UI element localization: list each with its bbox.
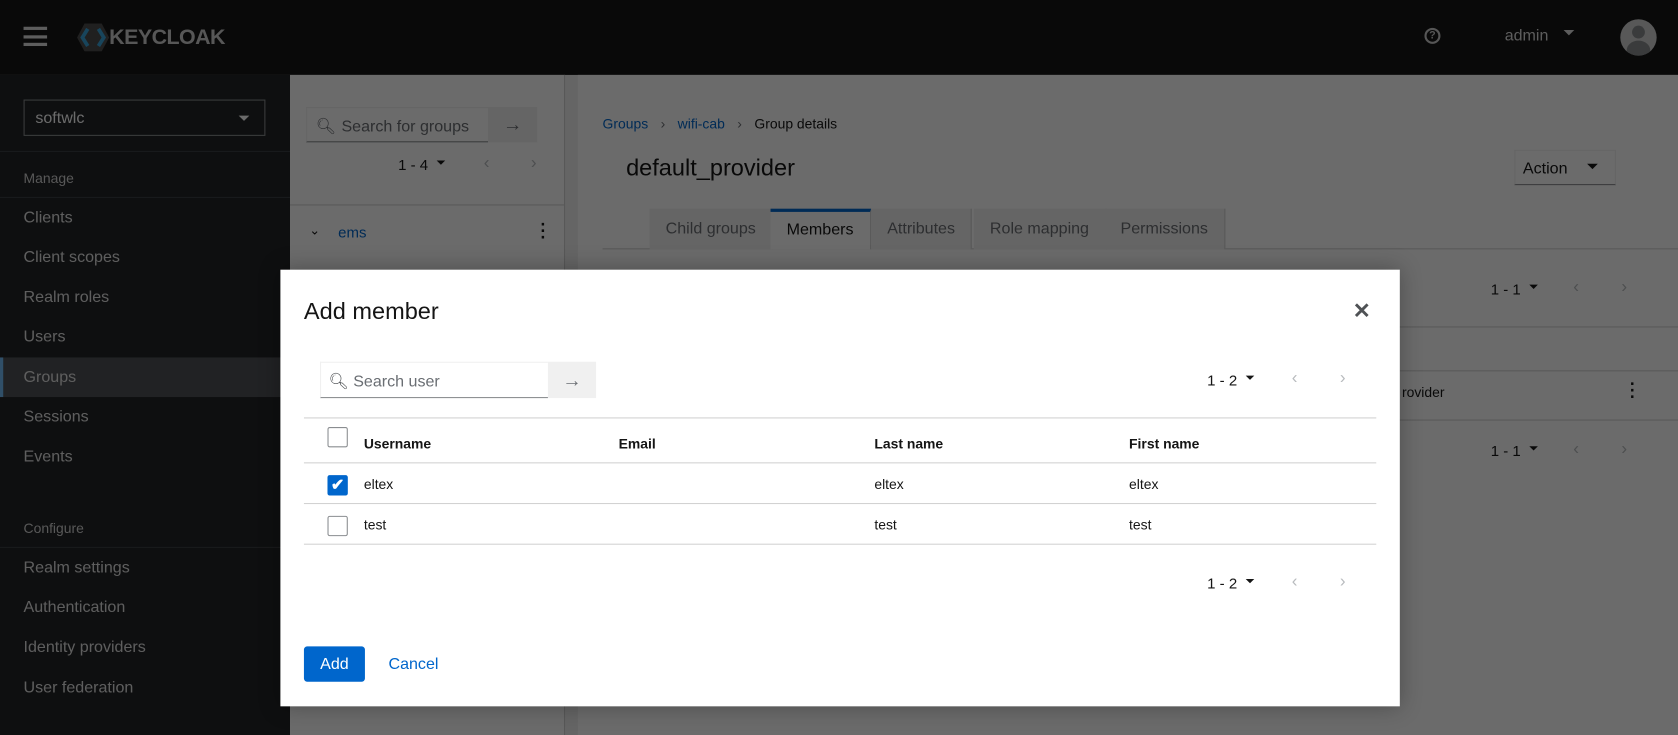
kebab-menu-icon[interactable]: · · · [540,217,546,247]
sidebar-item-events[interactable]: Events [0,437,290,477]
tab-members[interactable]: Members [770,208,871,250]
next-page-icon[interactable]: › [531,154,537,173]
avatar[interactable] [1620,19,1657,56]
caret-down-icon [1586,163,1598,175]
action-label: Action [1522,159,1568,178]
groups-pagination[interactable]: 1 - 4 [398,156,446,174]
caret-down-icon [1245,578,1255,588]
search-icon: 🔍︎ [315,117,337,136]
caret-down-icon [238,115,250,127]
tab-role-mapping[interactable]: Role mapping [973,208,1107,250]
hamburger-menu-icon[interactable] [23,26,48,47]
close-icon[interactable]: ✕ [1353,298,1371,325]
sidebar-item-clients[interactable]: Clients [0,198,290,238]
group-search: 🔍︎ Search for groups → [306,107,538,143]
select-all-checkbox[interactable] [327,427,348,448]
modal-pagination-bottom[interactable]: 1 - 2 [1207,574,1255,592]
cell-username: test [363,516,387,533]
sidebar-item-authentication[interactable]: Authentication [0,588,290,628]
cell-first-name: test [1129,516,1152,533]
breadcrumb-wifi-cab[interactable]: wifi-cab [678,116,725,132]
caret-down-icon [1563,29,1575,41]
cell-first-name: eltex [1129,476,1159,493]
column-last-name[interactable]: Last name [874,436,943,452]
tab-child-groups[interactable]: Child groups [649,208,773,250]
caret-down-icon [1245,375,1255,385]
search-submit-button[interactable]: → [547,361,597,399]
search-icon: 🔍︎ [328,372,349,391]
user-menu[interactable]: admin [1504,26,1575,45]
sidebar-item-user-federation[interactable]: User federation [0,668,290,708]
kebab-menu-icon[interactable]: · · · [1630,376,1636,406]
sidebar-item-groups[interactable]: Groups [0,357,291,398]
row-checkbox-checked[interactable]: ✔ [327,475,348,496]
search-placeholder: Search for groups [341,117,470,136]
sidebar-item-sessions[interactable]: Sessions [0,397,290,437]
nav-section-configure: Configure [23,520,84,537]
next-page-icon[interactable]: › [1621,278,1627,297]
modal-title: Add member [303,297,439,325]
nav-section-manage: Manage [23,170,74,187]
members-pagination-top[interactable]: 1 - 1 [1490,280,1538,298]
breadcrumb-groups[interactable]: Groups [603,116,649,132]
pagination-label: 1 - 1 [1490,280,1521,298]
pagination-label: 1 - 2 [1207,371,1238,389]
tree-item-ems[interactable]: ems [338,224,366,241]
prev-page-icon[interactable]: ‹ [484,154,490,173]
tab-permissions[interactable]: Permissions [1104,208,1226,250]
help-icon[interactable]: ? [1424,27,1441,44]
tab-attributes[interactable]: Attributes [871,208,973,250]
breadcrumb: Groups › wifi-cab › Group details [602,115,838,132]
sidebar-item-realm-settings[interactable]: Realm settings [0,548,290,588]
prev-page-icon[interactable]: ‹ [1292,369,1298,388]
member-row-name: rovider [1401,384,1445,401]
cancel-button[interactable]: Cancel [388,655,438,673]
expand-icon[interactable]: ⌄ [309,223,320,238]
sidebar-item-client-scopes[interactable]: Client scopes [0,238,290,278]
search-user-input[interactable]: 🔍︎ Search user [319,361,548,399]
pagination-label: 1 - 2 [1207,574,1238,592]
column-username[interactable]: Username [364,436,431,452]
keycloak-logo: KEYCLOAK [77,23,226,52]
group-search-input[interactable]: 🔍︎ Search for groups [306,107,489,143]
row-checkbox[interactable] [327,515,348,537]
sidebar: softwlc Manage Clients Client scopes Rea… [0,74,291,735]
pagination-label: 1 - 1 [1490,441,1521,460]
search-placeholder: Search user [353,372,440,391]
action-dropdown[interactable]: Action [1514,149,1617,186]
column-email[interactable]: Email [619,436,656,452]
cell-last-name: eltex [874,476,904,493]
brand-name: KEYCLOAK [109,25,225,49]
user-search: 🔍︎ Search user → [319,361,597,399]
caret-down-icon [436,160,446,170]
sidebar-item-users[interactable]: Users [0,317,290,357]
next-page-icon[interactable]: › [1621,440,1627,459]
realm-selector[interactable]: softwlc [23,99,266,136]
modal-pagination-top[interactable]: 1 - 2 [1207,371,1255,389]
prev-page-icon[interactable]: ‹ [1573,440,1579,459]
breadcrumb-current: Group details [754,115,838,132]
keycloak-logo-icon [77,23,110,52]
next-page-icon[interactable]: › [1340,369,1346,388]
next-page-icon[interactable]: › [1340,573,1346,592]
add-button[interactable]: Add [303,646,365,682]
caret-down-icon [1529,284,1538,294]
page-title: default_provider [626,154,795,181]
search-submit-button[interactable]: → [488,107,538,143]
pagination-label: 1 - 4 [398,156,429,174]
sidebar-item-realm-roles[interactable]: Realm roles [0,277,290,317]
caret-down-icon [1529,446,1538,455]
add-member-modal: Add member ✕ 🔍︎ Search user → 1 - 2 ‹ › U… [280,269,1400,707]
username: admin [1504,26,1549,45]
masthead: KEYCLOAK ? admin [0,0,1678,75]
sidebar-item-identity-providers[interactable]: Identity providers [0,627,290,667]
members-pagination-bottom[interactable]: 1 - 1 [1491,442,1538,459]
realm-name: softwlc [35,109,85,128]
prev-page-icon[interactable]: ‹ [1292,573,1298,592]
column-first-name[interactable]: First name [1129,436,1199,452]
cell-username: eltex [363,476,394,493]
prev-page-icon[interactable]: ‹ [1573,278,1579,297]
cell-last-name: test [874,516,897,533]
